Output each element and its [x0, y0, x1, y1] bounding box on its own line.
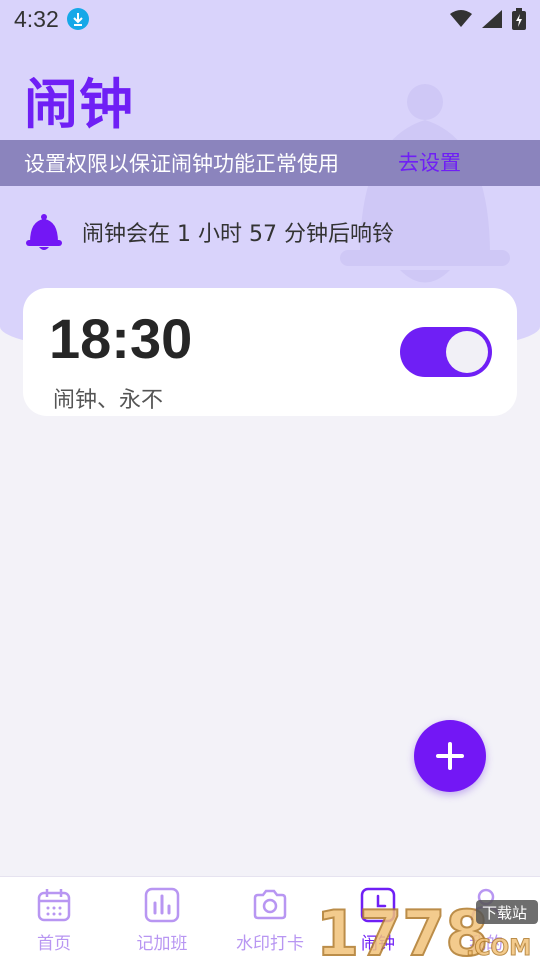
battery-icon: [512, 8, 526, 30]
alarm-label: 闹钟、永不: [53, 388, 164, 413]
status-bar: 4:32: [0, 0, 540, 38]
permission-banner: 设置权限以保证闹钟功能正常使用 去设置: [0, 140, 540, 186]
alarm-card[interactable]: 18:30 闹钟、永不: [23, 288, 517, 416]
page-title: 闹钟: [24, 73, 134, 136]
toggle-knob: [446, 331, 488, 373]
nav-item-alarm[interactable]: 闹钟: [324, 877, 432, 960]
plus-icon: [436, 742, 464, 770]
nav-label: 闹钟: [361, 934, 395, 954]
nav-item-watermark-checkin[interactable]: 水印打卡: [216, 877, 324, 960]
nav-label: 记加班: [136, 934, 188, 954]
download-icon: [66, 8, 89, 30]
permission-banner-text: 设置权限以保证闹钟功能正常使用: [24, 152, 339, 176]
user-icon: [470, 888, 502, 921]
next-ring-info: 闹钟会在 1 小时 57 分钟后响铃: [24, 210, 394, 254]
bar-chart-icon: [144, 887, 180, 923]
alarm-toggle[interactable]: [400, 327, 492, 377]
calendar-icon: [37, 889, 71, 922]
signal-icon: [482, 10, 502, 28]
nav-label: 首页: [37, 934, 71, 954]
nav-item-overtime[interactable]: 记加班: [108, 877, 216, 960]
wifi-icon: [450, 10, 472, 27]
nav-label: 我的: [469, 934, 503, 954]
bottom-nav: 首页 记加班 水印打卡 闹钟 我的: [0, 876, 540, 960]
go-settings-link[interactable]: 去设置: [398, 140, 461, 186]
nav-item-profile[interactable]: 我的: [432, 877, 540, 960]
bell-icon: [26, 214, 62, 250]
nav-item-home[interactable]: 首页: [0, 877, 108, 960]
clock-icon: [360, 887, 396, 923]
status-time: 4:32: [14, 5, 59, 32]
next-ring-text: 闹钟会在 1 小时 57 分钟后响铃: [82, 222, 394, 247]
add-alarm-button[interactable]: [414, 720, 486, 792]
alarm-time: 18:30: [49, 307, 193, 370]
camera-icon: [253, 889, 287, 920]
nav-label: 水印打卡: [236, 934, 304, 954]
